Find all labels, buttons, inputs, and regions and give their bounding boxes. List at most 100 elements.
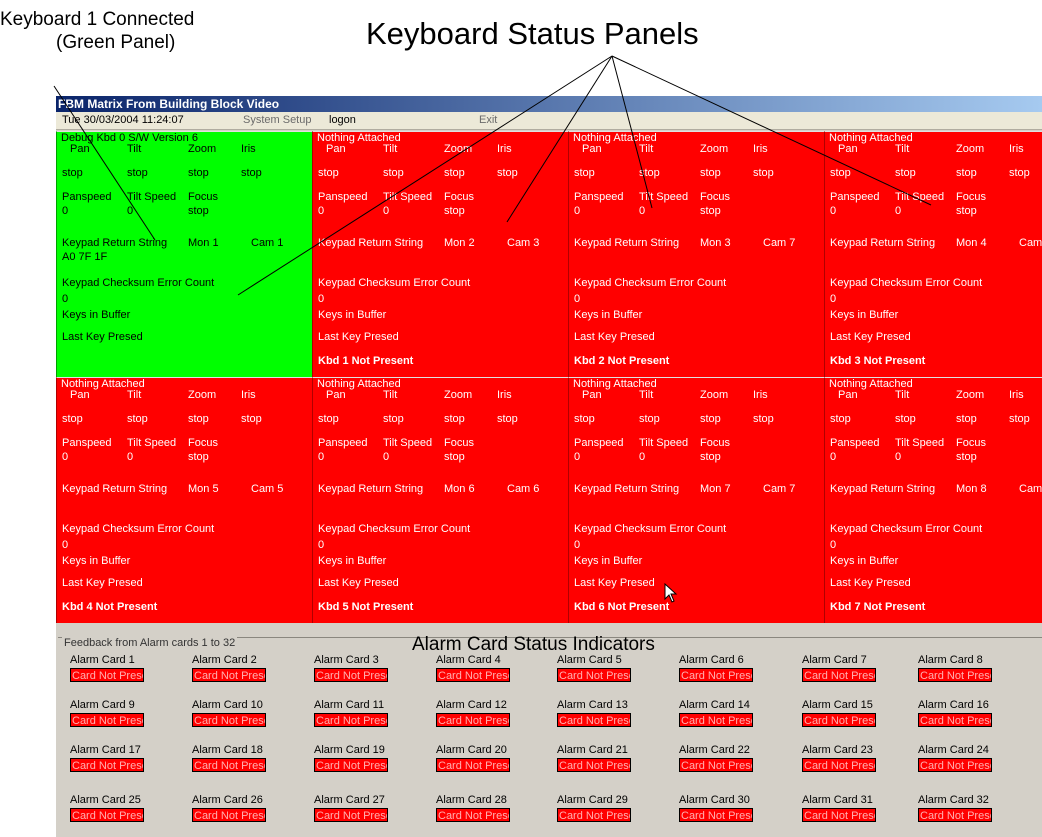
tilt-value: stop: [127, 413, 148, 425]
panspeed-label: Panspeed: [62, 437, 112, 449]
alarm-card: Alarm Card 2 Card Not Present: [192, 653, 302, 693]
focus-value: stop: [700, 205, 721, 217]
menu-system-setup[interactable]: System Setup: [243, 112, 311, 129]
tiltspeed-value: 0: [895, 205, 902, 217]
alarm-card-status-indicator: Card Not Present: [802, 758, 876, 772]
alarm-card-label: Alarm Card 21: [557, 744, 628, 756]
alarm-card: Alarm Card 15 Card Not Present: [802, 698, 912, 738]
camera-value: Cam 7: [763, 483, 796, 495]
alarm-card: Alarm Card 32 Card Not Present: [918, 793, 1028, 833]
alarm-card-label: Alarm Card 27: [314, 794, 385, 806]
alarm-card-label: Alarm Card 17: [70, 744, 141, 756]
alarm-card-status-indicator: Card Not Present: [918, 808, 992, 822]
tiltspeed-label: Tilt Speed: [127, 437, 177, 449]
buffer-label: Keys in Buffer: [574, 309, 643, 321]
panspeed-label: Panspeed: [318, 191, 368, 203]
alarm-card-status-indicator: Card Not Present: [70, 758, 144, 772]
checksum-label: Keypad Checksum Error Count: [318, 277, 471, 289]
alarm-card: Alarm Card 4Card Not Present: [436, 653, 546, 693]
tiltspeed-value: 0: [127, 205, 134, 217]
alarm-card-status-indicator: Card Not Present: [70, 713, 144, 727]
menu-logon[interactable]: logon: [329, 112, 356, 129]
alarm-card: Alarm Card 31 Card Not Present: [802, 793, 912, 833]
focus-label: Focus: [956, 437, 986, 449]
return-string-label: Keypad Return String: [62, 237, 168, 249]
alarm-card: Alarm Card 22 Card Not Present: [679, 743, 789, 783]
tilt-value: stop: [895, 413, 916, 425]
zoom-label: Zoom: [956, 143, 985, 155]
zoom-value: stop: [444, 413, 465, 425]
tilt-value: stop: [639, 167, 660, 179]
tiltspeed-value: 0: [639, 451, 646, 463]
alarm-card-label: Alarm Card 18: [192, 744, 263, 756]
alarm-card-status-indicator: Card Not Present: [802, 668, 876, 682]
tiltspeed-value: 0: [639, 205, 646, 217]
monitor-value: Mon 6: [444, 483, 475, 495]
alarm-card-status-indicator: Card Not Present: [679, 808, 753, 822]
buffer-label: Keys in Buffer: [830, 309, 899, 321]
pan-label: Pan: [70, 389, 90, 401]
camera-value: Cam 1: [1019, 237, 1042, 249]
keyboard-panel: Nothing Attached Pan Tilt Zoom Iris stop stop s…: [312, 377, 568, 623]
zoom-label: Zoom: [444, 143, 473, 155]
keyboard-panel: Nothing Attached Pan Tilt Zoom Iris stop stop s…: [56, 377, 312, 623]
panspeed-label: Panspeed: [318, 437, 368, 449]
alarm-card: Alarm Card 14 Card Not Present: [679, 698, 789, 738]
last-key-label: Last Key Presed: [574, 577, 655, 589]
monitor-value: Mon 3: [700, 237, 731, 249]
last-key-label: Last Key Presed: [574, 331, 655, 343]
tiltspeed-value: 0: [895, 451, 902, 463]
alarm-card: Alarm Card 12 Card Not Present: [436, 698, 546, 738]
focus-value: stop: [444, 451, 465, 463]
alarm-card: Alarm Card 18 Card Not Present: [192, 743, 302, 783]
alarm-card-status-indicator: Card Not Present: [192, 808, 266, 822]
menu-exit[interactable]: Exit: [479, 112, 497, 129]
callout-kbd-line2: (Green Panel): [56, 32, 176, 53]
checksum-label: Keypad Checksum Error Count: [318, 523, 471, 535]
alarm-card-label: Alarm Card 25: [70, 794, 141, 806]
iris-value: stop: [753, 413, 774, 425]
alarm-card-label: Alarm Card 32: [918, 794, 989, 806]
pan-label: Pan: [326, 389, 346, 401]
checksum-label: Keypad Checksum Error Count: [574, 277, 727, 289]
focus-label: Focus: [188, 437, 218, 449]
alarm-card-status-indicator: Card Not Present: [436, 668, 510, 682]
buffer-label: Keys in Buffer: [62, 309, 131, 321]
keyboard-status: Kbd 3 Not Present: [830, 355, 926, 367]
zoom-value: stop: [188, 167, 209, 179]
focus-value: stop: [188, 451, 209, 463]
iris-label: Iris: [753, 389, 768, 401]
alarm-card: Alarm Card 29 Card Not Present: [557, 793, 667, 833]
panspeed-label: Panspeed: [830, 191, 880, 203]
return-string-label: Keypad Return String: [574, 237, 680, 249]
alarm-card-label: Alarm Card 11: [314, 699, 385, 711]
alarm-card: Alarm Card 1 Card Not Present: [70, 653, 180, 693]
keyboard-panels-grid: Debug Kbd 0 S/W Version 6 Pan Tilt Zoom Iris…: [56, 131, 1042, 631]
alarm-card-status-indicator: Card Not Present: [70, 668, 144, 682]
panspeed-label: Panspeed: [62, 191, 112, 203]
iris-label: Iris: [753, 143, 768, 155]
menu-bar: Tue 30/03/2004 11:24:07 System Setup log…: [56, 112, 1042, 130]
alarm-card: Alarm Card 28 Card Not Present: [436, 793, 546, 833]
tilt-value: stop: [895, 167, 916, 179]
iris-label: Iris: [1009, 389, 1024, 401]
alarm-card-label: Alarm Card 23: [802, 744, 873, 756]
pan-value: stop: [830, 413, 851, 425]
alarm-card-label: Alarm Card 10: [192, 699, 263, 711]
alarm-card-status-indicator: Card Not Present: [918, 668, 992, 682]
iris-label: Iris: [497, 143, 512, 155]
datetime-display: Tue 30/03/2004 11:24:07: [62, 114, 184, 126]
alarm-section: Feedback from Alarm cards 1 to 32 Alarm …: [56, 631, 1042, 837]
alarm-card-label: Alarm Card 1: [70, 654, 135, 666]
iris-value: stop: [497, 413, 518, 425]
keyboard-status: Kbd 7 Not Present: [830, 601, 926, 613]
return-string-label: Keypad Return String: [830, 237, 936, 249]
alarm-card-status-indicator: Card Not Present: [314, 758, 388, 772]
keyboard-panel: Nothing Attached Pan Tilt Zoom Iris stop stop s…: [568, 377, 824, 623]
iris-label: Iris: [241, 143, 256, 155]
tiltspeed-value: 0: [127, 451, 134, 463]
keyboard-status: Kbd 5 Not Present: [318, 601, 414, 613]
keyboard-panel: Debug Kbd 0 S/W Version 6 Pan Tilt Zoom Iris…: [56, 131, 312, 377]
zoom-label: Zoom: [700, 389, 729, 401]
tiltspeed-value: 0: [383, 205, 390, 217]
